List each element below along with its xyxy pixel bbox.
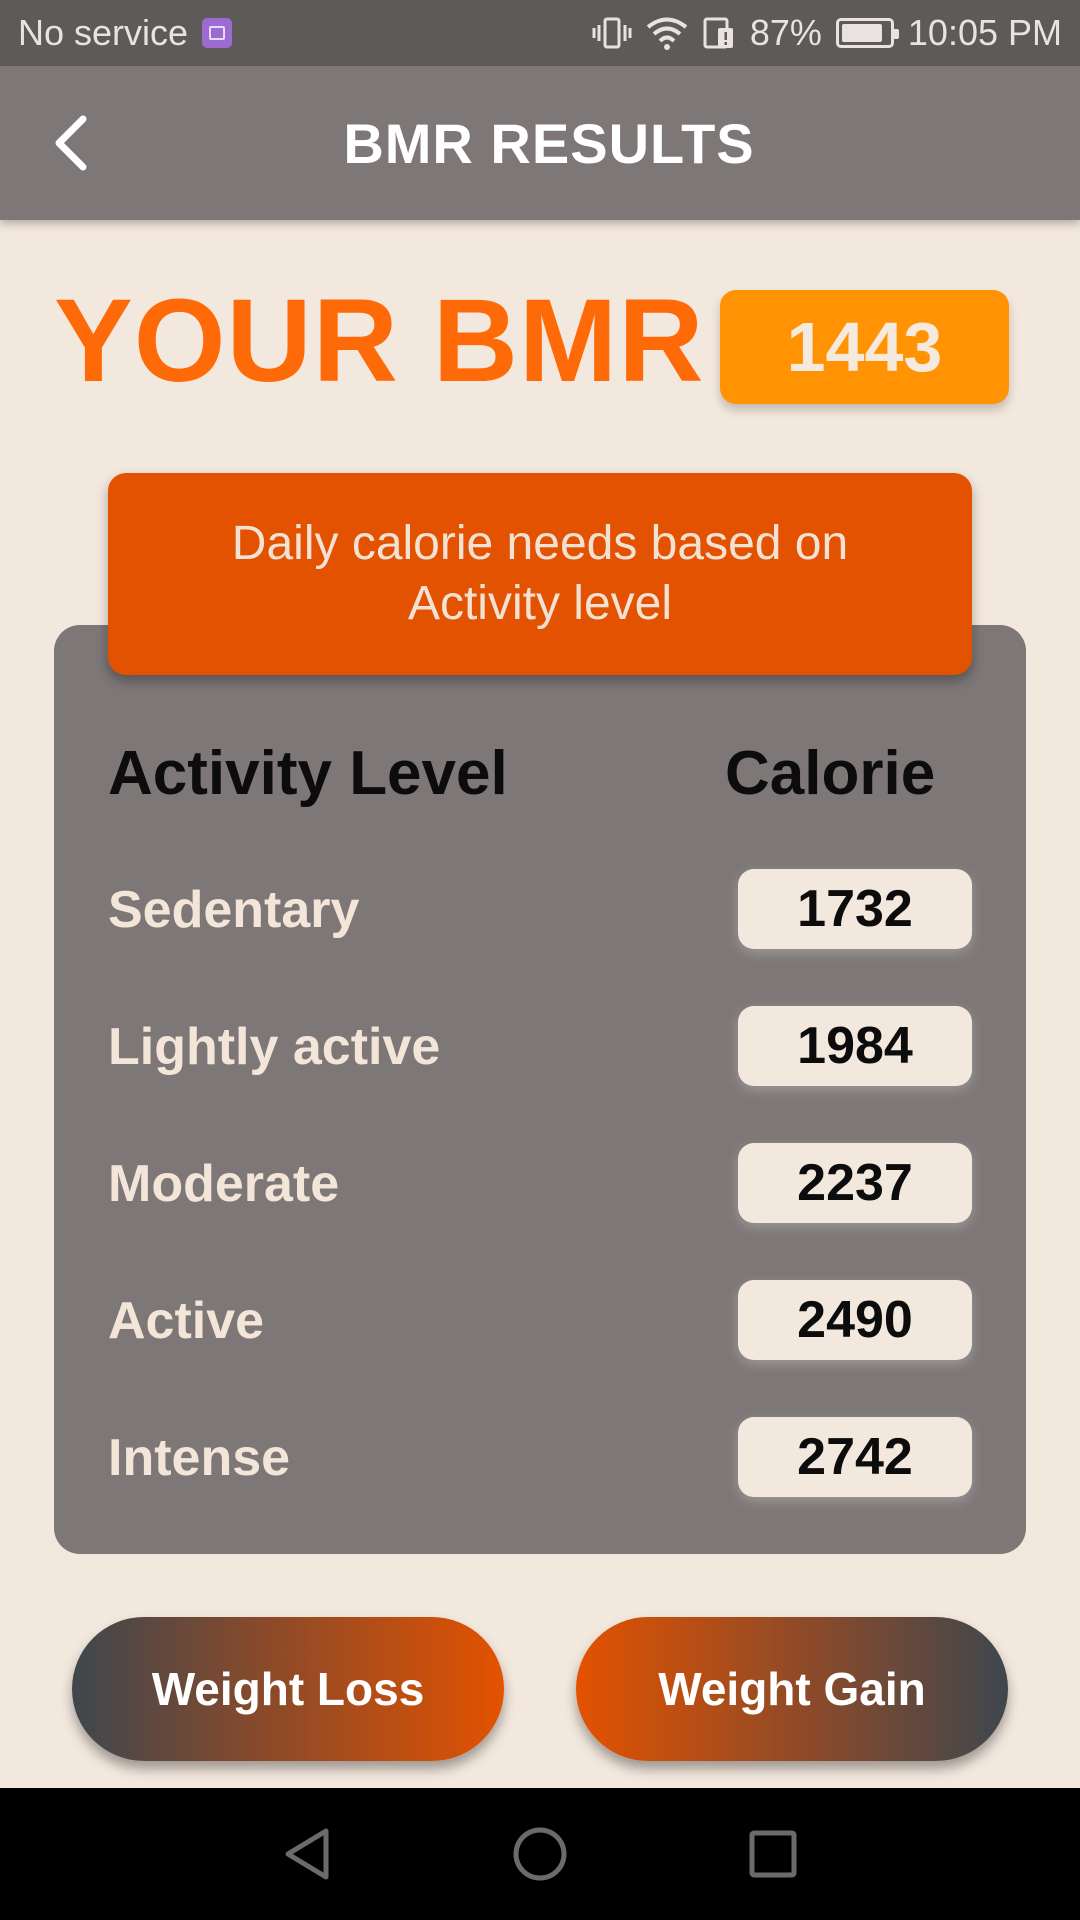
activity-banner: Daily calorie needs based on Activity le… (108, 473, 972, 675)
banner-line-2: Activity level (407, 577, 673, 630)
weight-loss-button[interactable]: Weight Loss (72, 1617, 504, 1761)
battery-icon (835, 18, 899, 48)
nav-back-button[interactable] (267, 1814, 347, 1894)
sim-card-icon (202, 18, 233, 48)
clock: 10:05 PM (907, 12, 1062, 53)
wifi-icon (646, 16, 688, 50)
system-nav-bar (0, 1788, 1080, 1920)
status-bar: No service 87% 10:05 PM (0, 0, 1080, 66)
row-value-intense: 2742 (738, 1417, 972, 1497)
back-triangle-icon (285, 1828, 329, 1880)
recents-square-icon (749, 1830, 797, 1878)
chevron-left-icon (55, 115, 87, 171)
page-title: BMR RESULTS (343, 111, 755, 175)
bmr-value-badge: 1443 (720, 290, 1009, 404)
row-label-sedentary: Sedentary (108, 881, 360, 939)
data-alert-icon (702, 16, 736, 50)
battery-fill (841, 24, 882, 42)
row-label-lightly-active: Lightly active (108, 1018, 441, 1076)
row-value-lightly-active: 1984 (738, 1006, 972, 1086)
status-right: 87% 10:05 PM (592, 12, 1062, 54)
bmr-label: YOUR BMR (54, 275, 705, 407)
row-value-moderate: 2237 (738, 1143, 972, 1223)
vibrate-icon (592, 16, 632, 50)
banner-line-1: Daily calorie needs based on (231, 517, 849, 570)
row-label-intense: Intense (108, 1429, 291, 1487)
carrier-text: No service (18, 12, 189, 53)
weight-gain-button[interactable]: Weight Gain (576, 1617, 1008, 1761)
battery-percent: 87% (749, 12, 822, 53)
row-value-active: 2490 (738, 1280, 972, 1360)
app-bar: BMR RESULTS (0, 66, 1080, 220)
status-left: No service (18, 12, 233, 54)
back-button[interactable] (36, 108, 106, 178)
home-circle-icon (513, 1827, 567, 1881)
column-header-activity: Activity Level (108, 739, 508, 808)
nav-home-button[interactable] (500, 1814, 580, 1894)
row-label-active: Active (108, 1292, 265, 1350)
row-label-moderate: Moderate (108, 1155, 340, 1213)
column-header-calorie: Calorie (725, 739, 936, 808)
nav-recents-button[interactable] (733, 1814, 813, 1894)
row-value-sedentary: 1732 (738, 869, 972, 949)
